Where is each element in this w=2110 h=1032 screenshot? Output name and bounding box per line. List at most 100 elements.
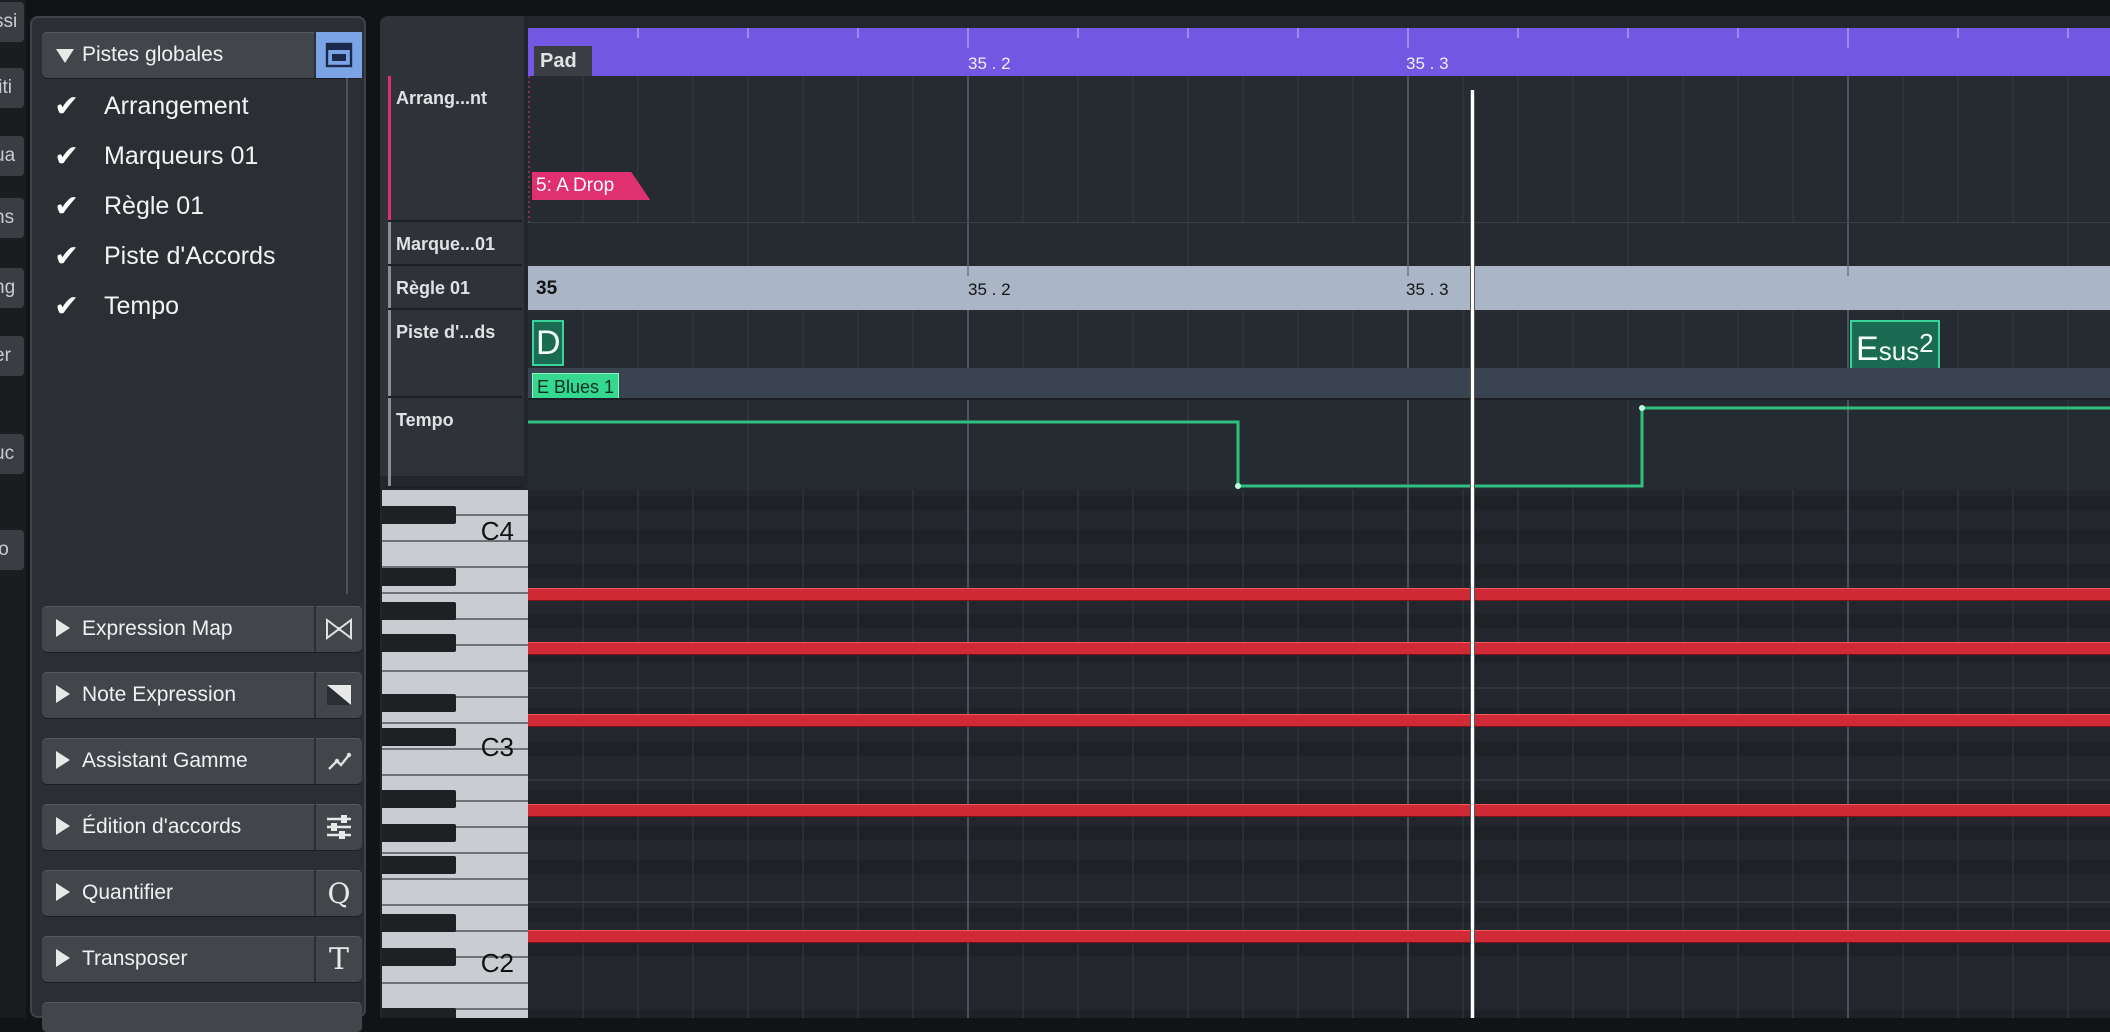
ruler-mark: 35 . 2 <box>968 54 1011 73</box>
key-label-c3: C3 <box>480 732 514 762</box>
global-track-ruler[interactable]: ✔ Règle 01 <box>54 184 354 228</box>
scale-assistant-icon[interactable] <box>314 738 362 784</box>
track-name: Arrang...nt <box>396 88 488 108</box>
track-header-ruler[interactable]: Règle 01 <box>388 266 522 310</box>
strip-button[interactable]: liti <box>0 68 24 108</box>
chord-event-esus2[interactable]: Esus2 <box>1850 320 1940 374</box>
strip-button[interactable]: ns <box>0 198 24 238</box>
ruler-mark: 35 . 3 <box>1406 280 1449 299</box>
chord-root: E <box>1856 330 1879 368</box>
piano-keyboard[interactable]: C4 C3 C2 <box>382 490 528 1018</box>
midi-note[interactable] <box>528 588 2110 601</box>
lane-grid <box>747 223 2069 267</box>
collapse-triangle-icon <box>56 49 74 63</box>
section-expression-map[interactable]: Expression Map <box>42 606 362 652</box>
part-name-label[interactable]: Pad <box>534 46 592 76</box>
ruler-mark: 35 . 3 <box>1406 54 1449 73</box>
quantize-icon[interactable]: Q <box>314 870 362 916</box>
key-label-c2: C2 <box>480 948 514 978</box>
event-display[interactable]: 35 . 2 35 . 3 Pad 5: A Drop 35 35 . 2 35… <box>528 16 2110 1018</box>
chord-extension: 2 <box>1919 328 1934 358</box>
expand-triangle-icon <box>56 949 70 967</box>
track-header-tempo[interactable]: Tempo <box>388 398 522 488</box>
global-track-tempo[interactable]: ✔ Tempo <box>54 284 354 328</box>
midi-note[interactable] <box>528 804 2110 817</box>
chord-root: D <box>536 324 561 362</box>
track-list-icon <box>325 42 353 68</box>
checkmark-icon: ✔ <box>54 140 80 173</box>
chord-event-d[interactable]: D <box>532 320 564 366</box>
section-label: Expression Map <box>82 617 233 640</box>
piano-roll-grid[interactable] <box>528 490 2110 1018</box>
track-item-label: Piste d'Accords <box>104 242 276 270</box>
checkmark-icon: ✔ <box>54 240 80 273</box>
expand-triangle-icon <box>56 619 70 637</box>
part-ruler[interactable]: 35 . 2 35 . 3 <box>528 28 2110 76</box>
ruler-mark: 35 . 2 <box>968 280 1011 299</box>
strip-button[interactable]: ng <box>0 268 24 308</box>
strip-button[interactable]: ssi <box>0 2 24 42</box>
track-item-label: Tempo <box>104 292 180 320</box>
expand-triangle-icon <box>56 751 70 769</box>
ruler-ticks <box>637 28 2069 48</box>
checkmark-icon: ✔ <box>54 90 80 123</box>
ruler-ticks <box>967 266 1849 276</box>
scale-lane[interactable] <box>528 368 2110 398</box>
inspector-panel: Pistes globales ✔ Arrangement ✔ Marqueur… <box>30 16 366 1032</box>
expand-triangle-icon <box>56 817 70 835</box>
global-track-markers[interactable]: ✔ Marqueurs 01 <box>54 134 354 178</box>
ruler-bar-number: 35 <box>536 278 558 299</box>
strip-button[interactable]: uc <box>0 434 24 474</box>
expand-triangle-icon <box>56 685 70 703</box>
section-note-expression[interactable]: Note Expression <box>42 672 362 718</box>
global-tracks-config-button[interactable] <box>314 32 362 78</box>
expression-map-icon[interactable] <box>314 606 362 652</box>
inspector-scrollbar[interactable] <box>346 78 348 594</box>
track-header-markers[interactable]: Marque...01 <box>388 222 522 266</box>
track-item-label: Règle 01 <box>104 192 205 220</box>
expand-triangle-icon <box>56 883 70 901</box>
checkmark-icon: ✔ <box>54 190 80 223</box>
key-label-c4: C4 <box>480 516 514 546</box>
section-quantize[interactable]: Quantifier Q <box>42 870 362 916</box>
global-track-chords[interactable]: ✔ Piste d'Accords <box>54 234 354 278</box>
track-name: Piste d'...ds <box>396 322 496 342</box>
key-editor: Arrang...nt Marque...01 Règle 01 Piste d… <box>380 16 2110 1018</box>
track-header-arrangement[interactable]: Arrang...nt <box>388 76 522 222</box>
section-transpose[interactable]: Transposer T <box>42 936 362 982</box>
global-tracks-label: Pistes globales <box>82 43 224 66</box>
section-next[interactable] <box>42 1002 362 1032</box>
checkmark-icon: ✔ <box>54 290 80 323</box>
section-label: Note Expression <box>82 683 237 706</box>
track-item-label: Arrangement <box>104 92 249 120</box>
track-item-label: Marqueurs 01 <box>104 142 259 170</box>
left-toolbar-strip: ssi liti ua ns ng er uc lo <box>0 0 26 1018</box>
note-expression-icon[interactable] <box>314 672 362 718</box>
section-chord-editing[interactable]: Édition d'accords <box>42 804 362 850</box>
strip-button[interactable]: er <box>0 336 24 376</box>
marker-lane[interactable] <box>528 222 2110 267</box>
chord-editing-icon[interactable] <box>314 804 362 850</box>
track-name: Règle 01 <box>396 278 471 298</box>
ruler-track-lane[interactable]: 35 35 . 2 35 . 3 <box>528 266 2110 310</box>
track-header-chords[interactable]: Piste d'...ds <box>388 310 522 398</box>
arrangement-lane[interactable] <box>528 76 2110 222</box>
project-cursor[interactable] <box>1470 90 1475 1018</box>
midi-note[interactable] <box>528 714 2110 727</box>
scale-event[interactable]: E Blues 1 <box>532 373 620 401</box>
section-scale-assistant[interactable]: Assistant Gamme <box>42 738 362 784</box>
section-label: Assistant Gamme <box>82 749 248 772</box>
section-label: Quantifier <box>82 881 174 904</box>
section-label: Édition d'accords <box>82 815 242 838</box>
tempo-track-lane[interactable] <box>528 398 2110 490</box>
global-tracks-header[interactable]: Pistes globales <box>42 32 362 78</box>
transpose-icon[interactable]: T <box>314 936 362 982</box>
midi-note[interactable] <box>528 642 2110 655</box>
strip-button[interactable]: ua <box>0 136 24 176</box>
tempo-curve <box>528 400 2110 490</box>
midi-note[interactable] <box>528 930 2110 943</box>
arrangement-event[interactable]: 5: A Drop <box>532 172 651 200</box>
strip-button[interactable]: lo <box>0 530 24 570</box>
global-track-arrangement[interactable]: ✔ Arrangement <box>54 84 354 128</box>
global-track-headers: Arrang...nt Marque...01 Règle 01 Piste d… <box>380 16 524 488</box>
